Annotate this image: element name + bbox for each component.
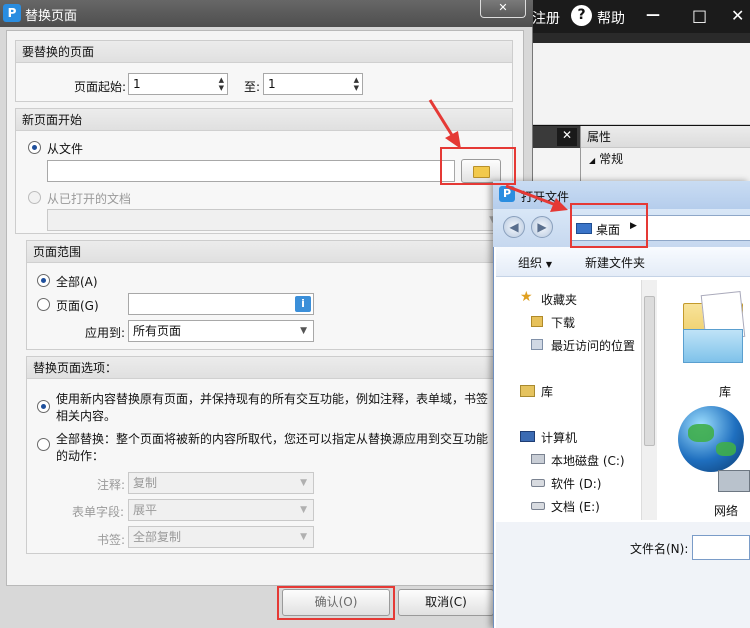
arrow-head-to-browse: [445, 131, 461, 149]
arrow-line-to-desktop: [505, 184, 557, 207]
arrow-line-to-browse: [428, 99, 457, 141]
annotation-arrows: [428, 99, 568, 212]
